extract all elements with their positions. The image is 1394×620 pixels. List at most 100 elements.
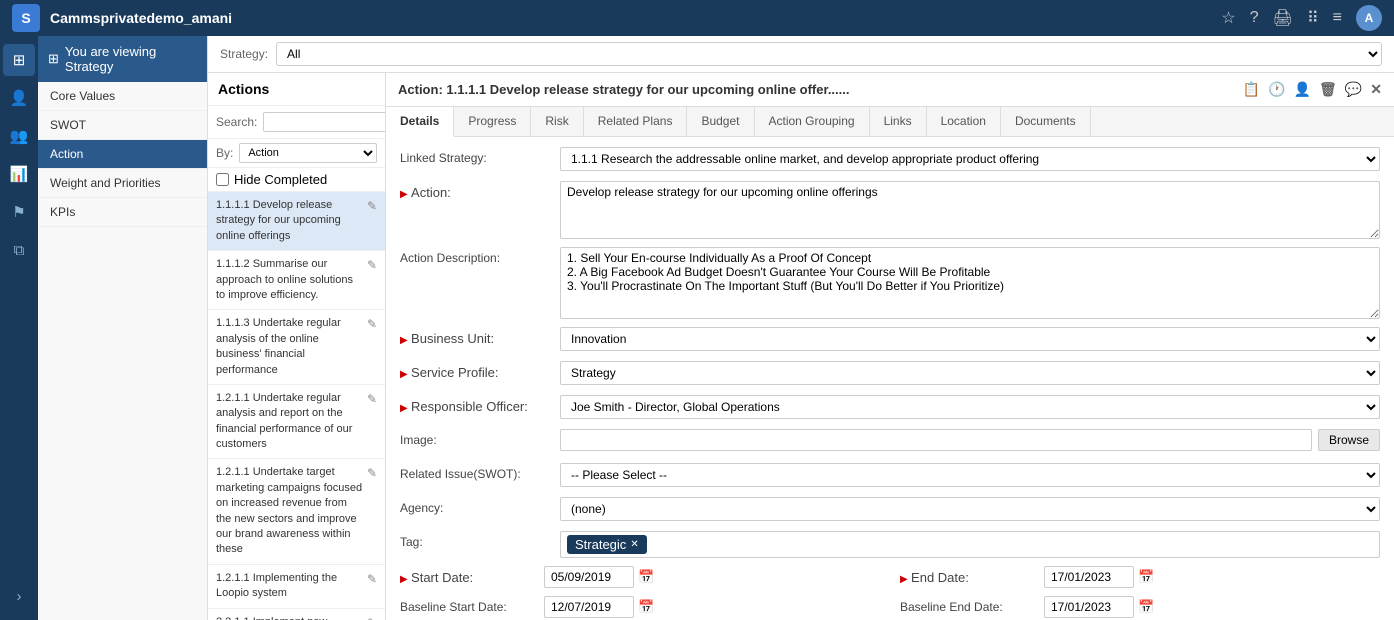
actions-layout: Actions Search: By: Action Owner Due Dat… <box>208 73 1394 620</box>
tab-progress[interactable]: Progress <box>454 107 531 136</box>
start-date-input[interactable] <box>544 566 634 588</box>
image-row: Image: Browse <box>400 429 1380 455</box>
image-label: Image: <box>400 429 560 447</box>
business-unit-select[interactable]: Innovation <box>560 327 1380 351</box>
action-list-item[interactable]: 1.1.1.2 Summarise our approach to online… <box>208 251 385 310</box>
tab-budget[interactable]: Budget <box>687 107 754 136</box>
sidebar-item-kpis[interactable]: KPIs <box>38 198 207 227</box>
baseline-start-calendar-icon[interactable]: 📅 <box>638 599 654 615</box>
end-date-calendar-icon[interactable]: 📅 <box>1138 569 1154 585</box>
sidebar-item-action[interactable]: Action <box>38 140 207 169</box>
tag-remove-button[interactable]: ✕ <box>630 539 638 550</box>
strategy-select[interactable]: All <box>276 42 1382 66</box>
tab-links[interactable]: Links <box>870 107 927 136</box>
sidebar-icon-flag[interactable]: ⚑ <box>3 196 35 228</box>
action-list-item[interactable]: 1.2.1.1 Implementing the Loopio system ✎ <box>208 565 385 609</box>
comment-icon[interactable]: 💬 <box>1345 81 1362 98</box>
detail-header: Action: 1.1.1.1 Develop release strategy… <box>386 73 1394 107</box>
linked-strategy-select[interactable]: 1.1.1 Research the addressable online ma… <box>560 147 1380 171</box>
hide-completed-row: Hide Completed <box>208 168 385 192</box>
sidebar-icon-arrow[interactable]: › <box>3 580 35 612</box>
tab-location[interactable]: Location <box>927 107 1001 136</box>
edit-icon[interactable]: ✎ <box>367 616 377 620</box>
action-list-item[interactable]: 1.1.1.3 Undertake regular analysis of th… <box>208 310 385 385</box>
notifications-icon[interactable]: 🖨 <box>1273 8 1293 28</box>
avatar[interactable]: A <box>1356 5 1382 31</box>
by-row: By: Action Owner Due Date <box>208 139 385 168</box>
app-logo: S <box>12 4 40 32</box>
service-profile-select[interactable]: Strategy <box>560 361 1380 385</box>
history-icon[interactable]: 🕐 <box>1268 81 1285 98</box>
start-date-calendar-icon[interactable]: 📅 <box>638 569 654 585</box>
file-icon[interactable]: 📋 <box>1243 81 1260 98</box>
grid-icon[interactable]: ⠿ <box>1307 8 1319 28</box>
end-date-input[interactable] <box>1044 566 1134 588</box>
action-list-item[interactable]: 1.2.1.1 Undertake target marketing campa… <box>208 459 385 564</box>
by-select[interactable]: Action Owner Due Date <box>239 143 377 163</box>
baseline-end-calendar-icon[interactable]: 📅 <box>1138 599 1154 615</box>
responsible-officer-select[interactable]: Joe Smith - Director, Global Operations <box>560 395 1380 419</box>
edit-icon[interactable]: ✎ <box>367 466 377 480</box>
linked-strategy-label: Linked Strategy: <box>400 147 560 165</box>
browse-button[interactable]: Browse <box>1318 429 1380 451</box>
edit-icon[interactable]: ✎ <box>367 317 377 331</box>
header-icons: ☆ ? 🖨 ⠿ ≡ A <box>1221 5 1382 31</box>
tab-risk[interactable]: Risk <box>531 107 583 136</box>
search-input[interactable] <box>263 112 386 132</box>
owner-icon[interactable]: 👤 <box>1294 81 1311 98</box>
star-icon[interactable]: ☆ <box>1221 8 1235 28</box>
action-description-textarea[interactable]: 1. Sell Your En-course Individually As a… <box>560 247 1380 319</box>
close-icon[interactable]: ✕ <box>1370 81 1382 98</box>
hide-completed-checkbox[interactable] <box>216 173 229 186</box>
edit-icon[interactable]: ✎ <box>367 199 377 213</box>
nav-header-icon: ⊞ <box>48 51 59 67</box>
menu-icon[interactable]: ≡ <box>1333 9 1342 27</box>
agency-select[interactable]: (none) <box>560 497 1380 521</box>
nav-sidebar: ⊞ You are viewing Strategy Core Values S… <box>38 36 208 620</box>
action-list-item[interactable]: 1.2.1.1 Undertake regular analysis and r… <box>208 385 385 460</box>
detail-panel: Action: 1.1.1.1 Develop release strategy… <box>386 73 1394 620</box>
tab-documents[interactable]: Documents <box>1001 107 1091 136</box>
tab-related-plans[interactable]: Related Plans <box>584 107 688 136</box>
tag-row: Tag: Strategic ✕ <box>400 531 1380 558</box>
sidebar-icon-community[interactable]: 👥 <box>3 120 35 152</box>
delete-icon[interactable]: 🗑 <box>1319 81 1337 98</box>
linked-strategy-row: Linked Strategy: 1.1.1 Research the addr… <box>400 147 1380 173</box>
start-date-group: ▶ Start Date: 📅 <box>400 566 880 588</box>
business-unit-label: ▶ Business Unit: <box>400 327 560 346</box>
edit-icon[interactable]: ✎ <box>367 572 377 586</box>
action-list-item[interactable]: 2.2.1.1 Implement new company branding g… <box>208 609 385 620</box>
edit-icon[interactable]: ✎ <box>367 258 377 272</box>
related-issue-select[interactable]: -- Please Select -- <box>560 463 1380 487</box>
responsible-officer-label: ▶ Responsible Officer: <box>400 395 560 414</box>
sidebar-item-weight[interactable]: Weight and Priorities <box>38 169 207 198</box>
edit-icon[interactable]: ✎ <box>367 392 377 406</box>
end-date-label: ▶ End Date: <box>900 570 1040 585</box>
sidebar-item-swot[interactable]: SWOT <box>38 111 207 140</box>
search-row: Search: <box>208 106 385 139</box>
action-textarea[interactable]: Develop release strategy for our upcomin… <box>560 181 1380 239</box>
icon-sidebar: ⊞ 👤 👥 📊 ⚑ ⧉ › <box>0 36 38 620</box>
image-file-input[interactable] <box>560 429 1312 451</box>
agency-row: Agency: (none) <box>400 497 1380 523</box>
service-profile-row: ▶ Service Profile: Strategy <box>400 361 1380 387</box>
service-profile-label: ▶ Service Profile: <box>400 361 560 380</box>
nav-sidebar-header: ⊞ You are viewing Strategy <box>38 36 207 82</box>
sidebar-icon-layers[interactable]: ⧉ <box>3 234 35 266</box>
detail-header-icons: 📋 🕐 👤 🗑 💬 ✕ <box>1243 81 1382 98</box>
sidebar-item-core-values[interactable]: Core Values <box>38 82 207 111</box>
tab-details[interactable]: Details <box>386 107 454 137</box>
action-list-item[interactable]: 1.1.1.1 Develop release strategy for our… <box>208 192 385 251</box>
form-area: Linked Strategy: 1.1.1 Research the addr… <box>386 137 1394 620</box>
sidebar-icon-strategy[interactable]: ⊞ <box>3 44 35 76</box>
sidebar-icon-people[interactable]: 👤 <box>3 82 35 114</box>
baseline-start-input[interactable] <box>544 596 634 618</box>
app-header: S Cammsprivatedemo_amani ☆ ? 🖨 ⠿ ≡ A <box>0 0 1394 36</box>
help-icon[interactable]: ? <box>1250 9 1259 27</box>
tab-action-grouping[interactable]: Action Grouping <box>755 107 870 136</box>
baseline-end-input[interactable] <box>1044 596 1134 618</box>
tag-chip: Strategic ✕ <box>567 535 647 554</box>
sidebar-icon-chart[interactable]: 📊 <box>3 158 35 190</box>
nav-header-text: You are viewing Strategy <box>65 44 197 74</box>
agency-label: Agency: <box>400 497 560 515</box>
